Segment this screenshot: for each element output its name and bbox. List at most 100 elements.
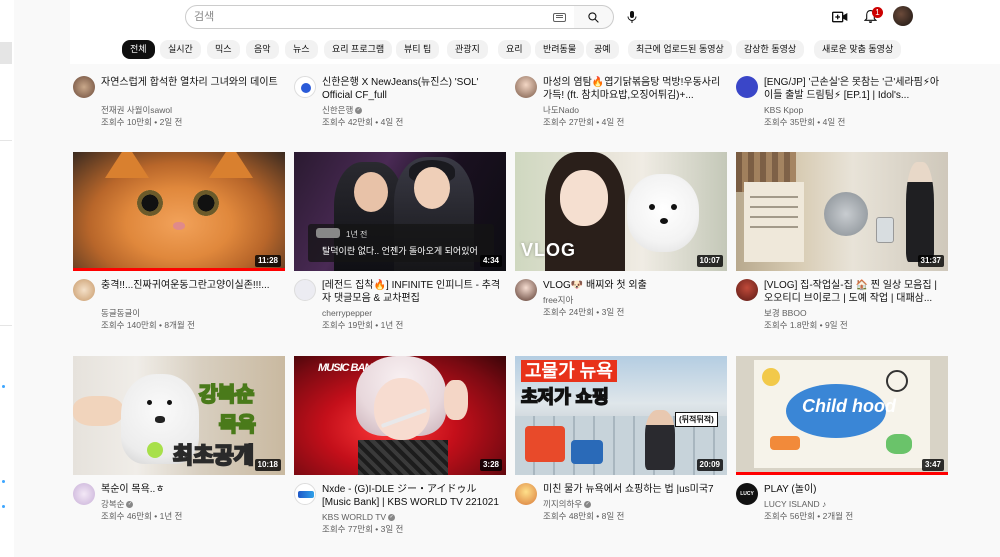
video-title[interactable]: Nxde - (G)I-DLE ジー・アイドゥル [Music Bank] | … bbox=[322, 483, 504, 509]
thumbnail-art bbox=[444, 380, 468, 420]
chip-beauty-tips[interactable]: 뷰티 팁 bbox=[396, 40, 440, 59]
search-box[interactable] bbox=[185, 5, 575, 29]
chip-all[interactable]: 전체 bbox=[122, 40, 155, 59]
video-thumbnail[interactable]: VLOG 10:07 bbox=[515, 152, 727, 271]
chip-live[interactable]: 실시간 bbox=[160, 40, 201, 59]
video-stats: 조회수 140만회 • 8개월 전 bbox=[101, 320, 195, 330]
guide-item[interactable] bbox=[0, 42, 12, 64]
chip-pets[interactable]: 반려동물 bbox=[535, 40, 585, 59]
chip-recently-uploaded[interactable]: 최근에 업로드된 동영상 bbox=[628, 40, 732, 59]
chip-new-for-you[interactable]: 새로운 맞춤 동영상 bbox=[814, 40, 902, 59]
video-stats: 조회수 42만회 • 4일 전 bbox=[322, 117, 404, 127]
video-stats: 조회수 1.8만회 • 9일 전 bbox=[764, 320, 848, 330]
search-button[interactable] bbox=[574, 5, 614, 29]
channel-name[interactable]: 나도Nado bbox=[543, 105, 579, 116]
video-title[interactable]: [ENG/JP] '근손실'은 못참는 '근'세라핌⚡아이들 출발 드림팀⚡ [… bbox=[764, 76, 946, 102]
channel-name[interactable]: 신한은행 ✓ bbox=[322, 105, 363, 116]
video-thumbnail[interactable]: MUSIC BANK 3:28 bbox=[294, 356, 506, 475]
thumbnail-art bbox=[750, 226, 798, 228]
channel-avatar[interactable] bbox=[73, 76, 95, 98]
search-input[interactable] bbox=[194, 9, 474, 25]
account-avatar[interactable] bbox=[893, 6, 913, 26]
video-title[interactable]: 충격!!...진짜귀여운동그란고양이실존!!!... bbox=[101, 279, 283, 292]
thumbnail-art bbox=[209, 152, 253, 178]
channel-avatar[interactable] bbox=[294, 483, 316, 505]
channel-avatar[interactable]: LUCY bbox=[736, 483, 758, 505]
video-stats: 조회수 24만회 • 3일 전 bbox=[543, 307, 625, 317]
chip-news[interactable]: 뉴스 bbox=[285, 40, 318, 59]
thumbnail-text: 강복순 bbox=[198, 383, 255, 407]
video-title[interactable]: [레전드 집착🔥] INFINITE 인피니트 - 추격자 댓글모음 & 교차편… bbox=[322, 279, 504, 305]
channel-avatar[interactable] bbox=[294, 279, 316, 301]
chip-cooking-show[interactable]: 요리 프로그램 bbox=[324, 40, 393, 59]
channel-name[interactable]: 끼지의하우 ✓ bbox=[543, 499, 592, 510]
thumbnail-art bbox=[886, 434, 912, 454]
thumbnail-art bbox=[824, 192, 868, 236]
channel-name[interactable]: 동글동글이 bbox=[101, 308, 140, 319]
video-title[interactable]: PLAY (놀이) bbox=[764, 483, 946, 496]
video-thumbnail[interactable]: 1년 전 탈덕이란 없다.. 언젠가 돌아오게 되어있어 4:34 bbox=[294, 152, 506, 271]
thumbnail-art bbox=[147, 442, 163, 458]
channel-name[interactable]: KBS WORLD TV ✓ bbox=[322, 512, 396, 523]
verified-check-icon: ✓ bbox=[584, 501, 592, 509]
video-title[interactable]: 미친 물가 뉴욕에서 쇼핑하는 법 |us미국7 bbox=[543, 483, 725, 496]
channel-avatar[interactable] bbox=[73, 483, 95, 505]
keyboard-icon[interactable] bbox=[553, 13, 566, 22]
channel-name[interactable]: cherrypepper bbox=[322, 308, 372, 319]
thumbnail-art bbox=[762, 368, 780, 386]
voice-search-button[interactable] bbox=[620, 5, 644, 29]
channel-name[interactable]: free지아 bbox=[543, 295, 573, 306]
overlay-time: 1년 전 bbox=[346, 230, 368, 239]
channel-name[interactable]: 강복순 ✓ bbox=[101, 499, 134, 510]
thumbnail-art bbox=[744, 182, 804, 262]
video-thumbnail[interactable]: Child hood 3:47 bbox=[736, 356, 948, 475]
video-thumbnail[interactable]: 강복순 목욕 최초공개 10:18 bbox=[73, 356, 285, 475]
video-title[interactable]: 신한은행 X NewJeans(뉴진스) 'SOL' Official CF_f… bbox=[322, 76, 504, 102]
channel-avatar[interactable] bbox=[515, 279, 537, 301]
channel-avatar[interactable] bbox=[736, 279, 758, 301]
channel-name[interactable]: KBS Kpop bbox=[764, 105, 803, 116]
video-duration: 10:07 bbox=[696, 255, 723, 267]
chip-mix[interactable]: 믹스 bbox=[207, 40, 240, 59]
channel-name[interactable]: LUCY ISLAND ♪ bbox=[764, 499, 826, 510]
video-thumbnail[interactable]: 31:37 bbox=[736, 152, 948, 271]
video-stats: 조회수 46만회 • 1년 전 bbox=[101, 511, 183, 521]
thumbnail-text: 최초공개 bbox=[172, 442, 255, 469]
channel-avatar[interactable] bbox=[294, 76, 316, 98]
video-title[interactable]: 자연스럽게 합석한 열차리 그녀와의 데이트 bbox=[101, 76, 283, 89]
chip-watched[interactable]: 감상한 동영상 bbox=[736, 40, 805, 59]
channel-name-text: 신한은행 bbox=[322, 105, 354, 115]
chip-tourist-spots[interactable]: 관광지 bbox=[447, 40, 488, 59]
thumbnail-art bbox=[886, 370, 908, 392]
overlay-comment: 탈덕이란 없다.. 언젠가 돌아오게 되어있어 bbox=[322, 246, 478, 256]
channel-avatar[interactable] bbox=[736, 76, 758, 98]
chip-cooking[interactable]: 요리 bbox=[498, 40, 531, 59]
thumbnail-art bbox=[876, 217, 894, 243]
chip-crafts[interactable]: 공예 bbox=[586, 40, 619, 59]
thumbnail-art bbox=[316, 228, 340, 238]
music-note-icon: ♪ bbox=[821, 499, 827, 509]
thumbnail-text: Child hood bbox=[802, 396, 896, 416]
video-title[interactable]: 복순이 목욕..ㅎ bbox=[101, 483, 283, 496]
video-duration: 20:09 bbox=[696, 459, 723, 471]
create-button[interactable] bbox=[831, 8, 849, 26]
thumbnail-art bbox=[627, 174, 699, 252]
video-thumbnail[interactable]: 11:28 bbox=[73, 152, 285, 271]
video-stats: 조회수 35만회 • 4일 전 bbox=[764, 117, 846, 127]
channel-name[interactable]: 보경 BBOO bbox=[764, 308, 807, 319]
channel-name[interactable]: 전재권 사월이sawol bbox=[101, 105, 172, 116]
chip-music[interactable]: 음악 bbox=[246, 40, 279, 59]
channel-avatar[interactable] bbox=[515, 483, 537, 505]
guide-divider bbox=[0, 140, 12, 141]
video-title[interactable]: [VLOG] 집-작업실-집 🏠 찐 일상 모음집 | 오오티디 브이로그 | … bbox=[764, 279, 946, 305]
thumbnail-art bbox=[354, 172, 388, 212]
thumbnail-art bbox=[660, 218, 668, 224]
channel-avatar[interactable] bbox=[73, 279, 95, 301]
watch-progress-bar bbox=[736, 472, 948, 475]
video-thumbnail[interactable]: 고물가 뉴욕 초저가 쇼핑 (뒤적뒤적) 20:09 bbox=[515, 356, 727, 475]
video-title[interactable]: 마성의 염탐🔥엽기닭볶음탕 먹방!우동사리 가득! (ft. 참치마요밥,오징어… bbox=[543, 76, 725, 102]
thumbnail-art bbox=[750, 196, 798, 198]
video-title[interactable]: VLOG🐶 배찌와 첫 외출 bbox=[543, 279, 725, 292]
thumbnail-art bbox=[137, 190, 163, 216]
channel-avatar[interactable] bbox=[515, 76, 537, 98]
